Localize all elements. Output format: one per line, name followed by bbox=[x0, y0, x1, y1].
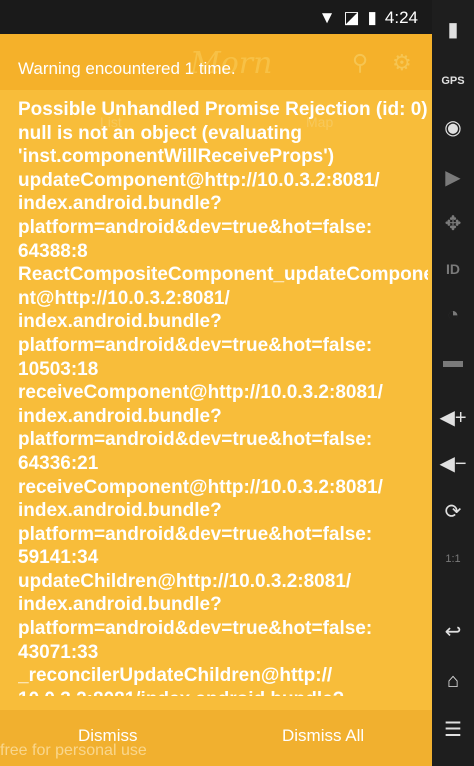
sim-icon: ◪ bbox=[343, 8, 360, 27]
warning-count: Warning encountered 1 time. bbox=[18, 59, 236, 78]
stack-trace-line: platform=android&dev=true&hot=false: bbox=[18, 216, 373, 238]
ratio-icon[interactable]: 1:1 bbox=[432, 542, 474, 576]
gps-label: GPS bbox=[441, 75, 465, 87]
stack-trace-line: 64388:8 bbox=[18, 240, 88, 262]
dismiss-all-button[interactable]: Dismiss All bbox=[282, 726, 364, 746]
stack-trace-line: _reconcilerUpdateChildren@http:// bbox=[18, 665, 333, 687]
home-icon[interactable]: ⌂ bbox=[432, 664, 474, 698]
id-label: ID bbox=[446, 261, 460, 277]
stack-trace-line: platform=android&dev=true&hot=false: bbox=[18, 618, 373, 640]
stack-trace-line: platform=android&dev=true&hot=false: bbox=[18, 429, 373, 451]
stack-trace-line: null is not an object (evaluating bbox=[18, 122, 302, 144]
stack-trace-line: platform=android&dev=true&hot=false: bbox=[18, 334, 373, 356]
stack-trace-line: 'inst.componentWillReceiveProps') bbox=[18, 146, 335, 168]
emulator-sidebar: ▮ GPS ◉ ▶ ✥ ID ◔ ▬ ◀+ ◀− ⟳ 1:1 ↩ ⌂ ☰ bbox=[432, 0, 474, 766]
rss-icon[interactable]: ◔ bbox=[432, 298, 474, 332]
stack-trace-line: receiveComponent@http://10.0.3.2:8081/ bbox=[18, 382, 383, 404]
stack-trace-line: ReactCompositeComponent_updateCompone bbox=[18, 264, 428, 286]
warning-overlay: Warning encountered 1 time. Possible Unh… bbox=[0, 34, 432, 696]
back-icon[interactable]: ↩ bbox=[432, 614, 474, 648]
stack-trace-line: index.android.bundle? bbox=[18, 500, 222, 522]
stack-trace-line: index.android.bundle? bbox=[18, 405, 222, 427]
error-stack-trace: Possible Unhandled Promise Rejection (id… bbox=[18, 98, 428, 696]
stack-trace-line: updateComponent@http://10.0.3.2:8081/ bbox=[18, 169, 380, 191]
app-area: Morn ⚲ ⚙ List Map Warning encountered 1 … bbox=[0, 34, 432, 766]
sms-icon[interactable]: ▬ bbox=[432, 344, 474, 378]
ratio-label: 1:1 bbox=[445, 553, 461, 565]
stack-trace-line: 59141:34 bbox=[18, 547, 99, 569]
id-icon[interactable]: ID bbox=[432, 252, 474, 286]
battery-icon[interactable]: ▮ bbox=[432, 12, 474, 46]
rotate-icon[interactable]: ⟳ bbox=[432, 494, 474, 528]
wifi-icon: ▼ bbox=[318, 8, 336, 27]
battery-icon: ▮ bbox=[367, 8, 377, 27]
stack-trace-line: nt@http://10.0.3.2:8081/ bbox=[18, 287, 230, 309]
video-icon[interactable]: ▶ bbox=[432, 160, 474, 194]
stack-trace-line: 10.0.3.2:8081/index.android.bundle? bbox=[18, 688, 428, 696]
stack-trace-line: 64336:21 bbox=[18, 452, 99, 474]
stack-trace-line: Possible Unhandled Promise Rejection (id… bbox=[18, 99, 428, 120]
clock: 4:24 bbox=[384, 8, 418, 27]
stack-trace-line: updateChildren@http://10.0.3.2:8081/ bbox=[18, 570, 352, 592]
stack-trace-line: 10503:18 bbox=[18, 358, 99, 380]
stack-trace-line: index.android.bundle? bbox=[18, 594, 222, 616]
status-bar: ▼ ◪ ▮ 4:24 bbox=[0, 0, 432, 34]
gps-icon[interactable]: GPS bbox=[432, 66, 474, 96]
camera-icon[interactable]: ◉ bbox=[432, 110, 474, 144]
move-icon[interactable]: ✥ bbox=[432, 206, 474, 240]
volume-up-icon[interactable]: ◀+ bbox=[432, 400, 474, 434]
stack-trace-line: 43071:33 bbox=[18, 641, 99, 663]
menu-icon[interactable]: ☰ bbox=[432, 712, 474, 746]
stack-trace-line: platform=android&dev=true&hot=false: bbox=[18, 523, 373, 545]
watermark: free for personal use bbox=[0, 742, 147, 759]
stack-trace-line: index.android.bundle? bbox=[18, 311, 222, 333]
stack-trace-line: index.android.bundle? bbox=[18, 193, 222, 215]
stack-trace-line: receiveComponent@http://10.0.3.2:8081/ bbox=[18, 476, 383, 498]
volume-down-icon[interactable]: ◀− bbox=[432, 446, 474, 480]
